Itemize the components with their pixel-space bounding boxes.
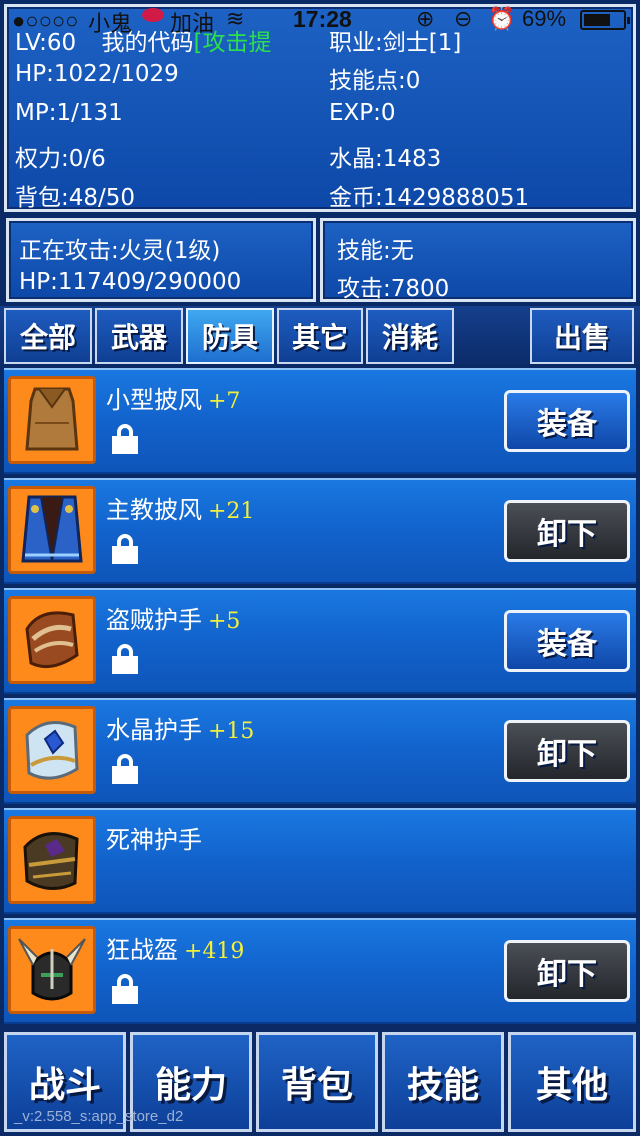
equip-button[interactable]: 装备 [504,610,630,672]
nav-other[interactable]: 其他 [508,1032,636,1132]
lock-icon[interactable] [112,644,138,674]
list-item[interactable]: 死神护手 [4,808,636,914]
player-power: 权力:0/6 [15,146,106,172]
status-bar: ●○○○○ 小鬼 加油 ≋ 17:28 ⊕ ⊖ ⏰ 69% [0,0,640,40]
item-name: 水晶护手 +15 [106,716,255,744]
list-item[interactable]: 盗贼护手 +5 装备 [4,588,636,694]
battery-icon [580,10,630,30]
target-panel: 正在攻击:火灵(1级) HP:117409/290000 [6,218,316,302]
skill-points: 技能点:0 [329,68,421,94]
tab-consumables[interactable]: 消耗 [366,308,454,364]
item-name: 盗贼护手 +5 [106,606,241,634]
rotation-lock-icon: ⊖ [454,6,473,31]
clock: 17:28 [293,6,352,32]
lock-icon[interactable] [112,974,138,1004]
item-bonus: +419 [184,939,245,964]
list-item[interactable]: 水晶护手 +15 卸下 [4,698,636,804]
item-name: 死神护手 [106,826,202,854]
lock-icon[interactable] [112,534,138,564]
list-item[interactable]: 主教披风 +21 卸下 [4,478,636,584]
player-mp: MP:1/131 [15,100,123,126]
item-name: 狂战盔 +419 [106,936,245,964]
tab-all[interactable]: 全部 [4,308,92,364]
category-tabs: 全部 武器 防具 其它 消耗 出售 [0,306,640,364]
cloak-brown-icon [8,376,96,464]
carrier-suffix: 加油 [170,11,215,36]
item-bonus: +21 [208,499,255,524]
lock-icon[interactable] [112,424,138,454]
player-gold: 金币:1429888051 [329,185,530,211]
unequip-button[interactable]: 卸下 [504,940,630,1002]
tab-weapons[interactable]: 武器 [95,308,183,364]
player-crystal: 水晶:1483 [329,146,442,172]
lock-icon[interactable] [112,754,138,784]
version-label: _v:2.558_s:app_store_d2 [14,1108,184,1125]
lips-icon [142,8,164,22]
target-hp: HP:117409/290000 [19,269,242,295]
equip-button[interactable]: 装备 [504,390,630,452]
skill-name: 技能:无 [337,238,414,264]
skill-attack: 攻击:7800 [337,276,450,302]
tab-armor[interactable]: 防具 [186,308,274,364]
skill-panel: 技能:无 攻击:7800 [320,218,636,302]
item-bonus: +7 [208,389,241,414]
unequip-button[interactable]: 卸下 [504,500,630,562]
item-name: 主教披风 +21 [106,496,255,524]
player-bag: 背包:48/50 [15,185,136,211]
player-hp: HP:1022/1029 [15,61,179,87]
item-bonus: +5 [208,609,241,634]
cloak-blue-icon [8,486,96,574]
tab-other[interactable]: 其它 [277,308,363,364]
list-item[interactable]: 小型披风 +7 装备 [4,368,636,474]
list-item[interactable]: 狂战盔 +419 卸下 [4,918,636,1024]
gauntlet-crystal-icon [8,706,96,794]
target-name: 正在攻击:火灵(1级) [19,238,221,264]
nav-skills[interactable]: 技能 [382,1032,504,1132]
sell-button[interactable]: 出售 [530,308,634,364]
gauntlet-brown-icon [8,596,96,684]
wifi-icon: ≋ [226,6,245,31]
unequip-button[interactable]: 卸下 [504,720,630,782]
item-name: 小型披风 +7 [106,386,241,414]
location-icon: ⊕ [416,6,435,31]
alarm-icon: ⏰ [488,6,516,31]
signal-strength: ●○○○○ [12,8,79,33]
battery-percent: 69% [522,6,567,31]
player-exp: EXP:0 [329,100,396,126]
item-bonus: +15 [208,719,255,744]
gauntlet-dark-icon [8,816,96,904]
nav-bag[interactable]: 背包 [256,1032,378,1132]
helmet-horned-icon [8,926,96,1014]
carrier-name: 小鬼 [88,11,133,36]
